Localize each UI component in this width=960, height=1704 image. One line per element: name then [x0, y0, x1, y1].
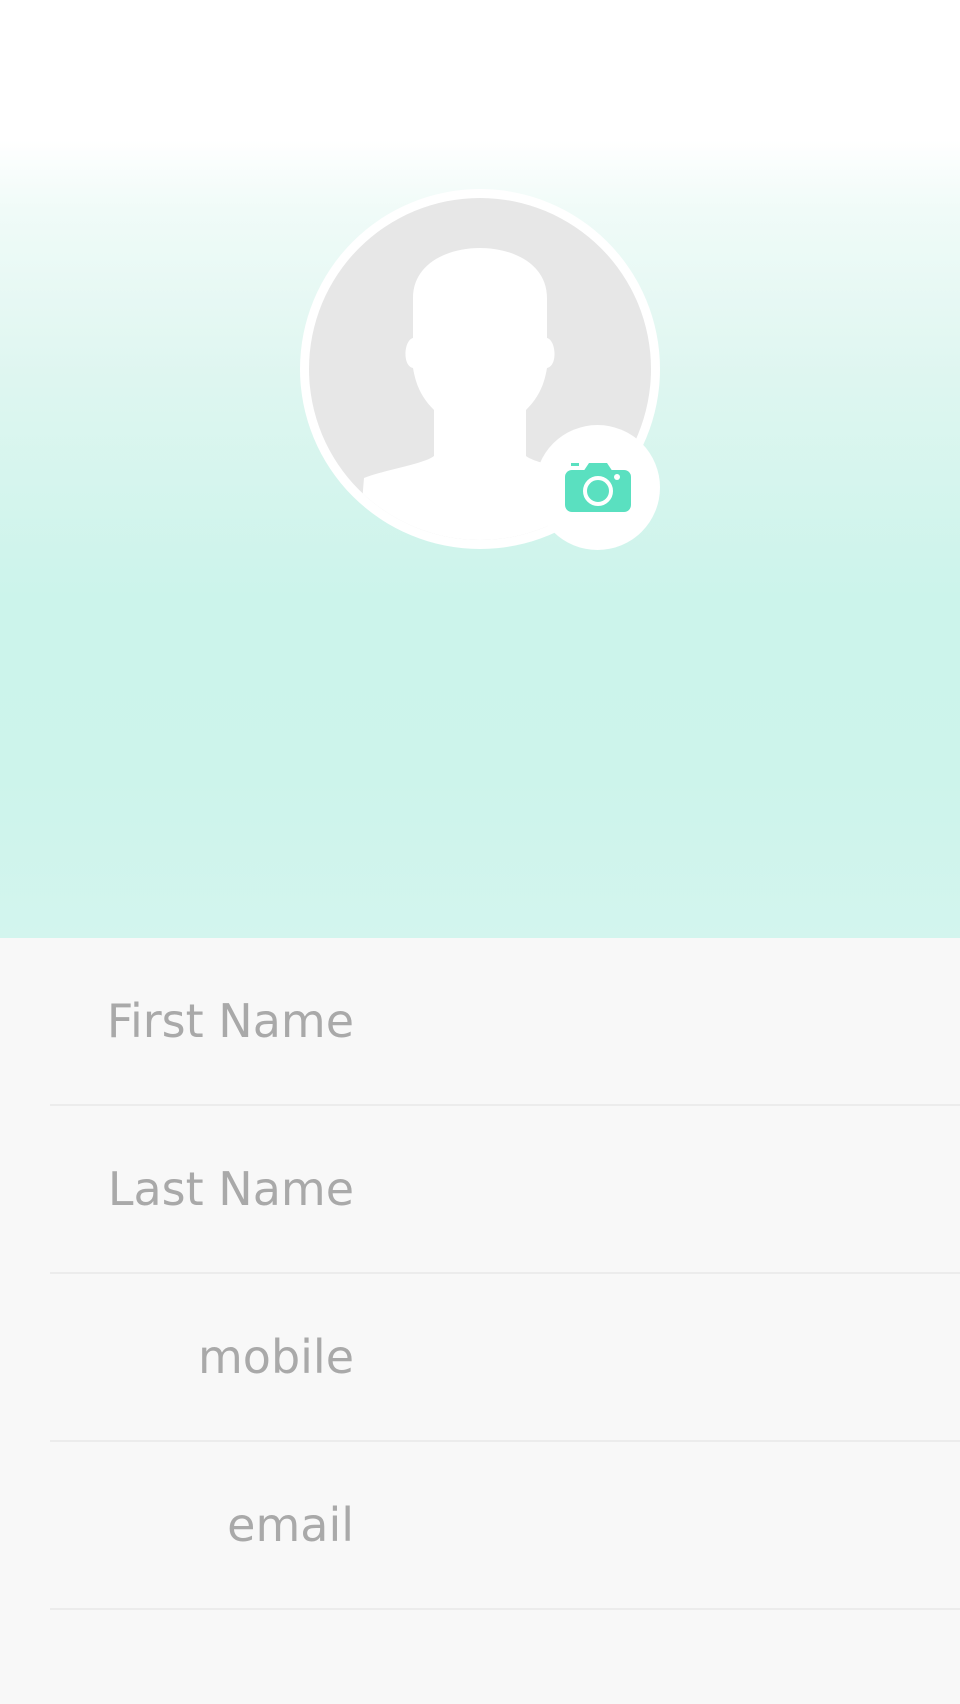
profile-header	[0, 0, 960, 938]
mobile-input[interactable]	[340, 1274, 944, 1442]
mobile-row: mobile	[50, 1274, 960, 1442]
camera-icon	[565, 463, 631, 512]
first-name-input[interactable]	[340, 938, 944, 1106]
last-name-label: Last Name	[107, 1162, 354, 1216]
first-name-row: First Name	[50, 938, 960, 1106]
edit-profile-screen: First Name Last Name mobile email	[0, 0, 960, 1704]
first-name-label: First Name	[106, 994, 354, 1048]
change-photo-button[interactable]	[535, 425, 660, 550]
email-label: email	[227, 1498, 354, 1552]
email-row: email	[50, 1442, 960, 1610]
profile-form: First Name Last Name mobile email	[0, 938, 960, 1704]
email-input[interactable]	[340, 1442, 944, 1610]
mobile-label: mobile	[197, 1330, 354, 1384]
last-name-input[interactable]	[340, 1106, 944, 1274]
last-name-row: Last Name	[50, 1106, 960, 1274]
